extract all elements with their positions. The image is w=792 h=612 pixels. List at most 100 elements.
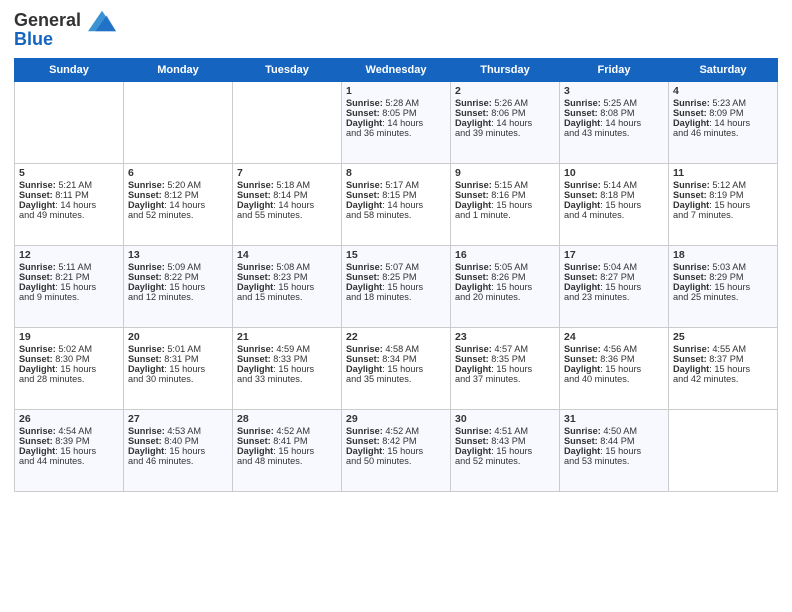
day-info-line: Sunrise: 5:07 AM xyxy=(346,262,446,272)
col-header-monday: Monday xyxy=(124,59,233,82)
day-info-line: Daylight: 15 hours xyxy=(673,282,773,292)
day-info-line: Daylight: 15 hours xyxy=(346,282,446,292)
day-info-line: and 35 minutes. xyxy=(346,374,446,384)
day-info-line: Sunrise: 4:58 AM xyxy=(346,344,446,354)
day-number: 18 xyxy=(673,249,773,261)
day-number: 9 xyxy=(455,167,555,179)
day-number: 12 xyxy=(19,249,119,261)
calendar-cell: 29Sunrise: 4:52 AMSunset: 8:42 PMDayligh… xyxy=(342,410,451,492)
day-info-line: Daylight: 15 hours xyxy=(564,446,664,456)
day-info-line: Sunrise: 5:12 AM xyxy=(673,180,773,190)
calendar-cell: 2Sunrise: 5:26 AMSunset: 8:06 PMDaylight… xyxy=(451,82,560,164)
day-info-line: Sunrise: 4:57 AM xyxy=(455,344,555,354)
calendar-cell: 14Sunrise: 5:08 AMSunset: 8:23 PMDayligh… xyxy=(233,246,342,328)
page-header: General Blue xyxy=(14,10,778,50)
day-info-line: Sunset: 8:25 PM xyxy=(346,272,446,282)
day-info-line: Sunrise: 5:01 AM xyxy=(128,344,228,354)
day-info-line: Sunrise: 5:15 AM xyxy=(455,180,555,190)
day-info-line: Daylight: 14 hours xyxy=(346,200,446,210)
day-info-line: Sunset: 8:30 PM xyxy=(19,354,119,364)
calendar-cell: 5Sunrise: 5:21 AMSunset: 8:11 PMDaylight… xyxy=(15,164,124,246)
day-info-line: Sunrise: 4:53 AM xyxy=(128,426,228,436)
day-info-line: Daylight: 15 hours xyxy=(19,446,119,456)
day-number: 30 xyxy=(455,413,555,425)
col-header-friday: Friday xyxy=(560,59,669,82)
day-info-line: Sunset: 8:22 PM xyxy=(128,272,228,282)
day-info-line: Sunrise: 5:08 AM xyxy=(237,262,337,272)
day-info-line: Sunset: 8:44 PM xyxy=(564,436,664,446)
day-info-line: Daylight: 15 hours xyxy=(19,282,119,292)
day-info-line: Daylight: 15 hours xyxy=(673,364,773,374)
day-info-line: Daylight: 15 hours xyxy=(128,282,228,292)
day-info-line: Sunset: 8:18 PM xyxy=(564,190,664,200)
day-number: 31 xyxy=(564,413,664,425)
calendar-cell: 17Sunrise: 5:04 AMSunset: 8:27 PMDayligh… xyxy=(560,246,669,328)
day-info-line: Daylight: 15 hours xyxy=(455,200,555,210)
day-info-line: and 36 minutes. xyxy=(346,128,446,138)
calendar-cell: 10Sunrise: 5:14 AMSunset: 8:18 PMDayligh… xyxy=(560,164,669,246)
day-number: 11 xyxy=(673,167,773,179)
calendar-cell: 25Sunrise: 4:55 AMSunset: 8:37 PMDayligh… xyxy=(669,328,778,410)
day-number: 19 xyxy=(19,331,119,343)
day-info-line: and 42 minutes. xyxy=(673,374,773,384)
day-info-line: Sunrise: 4:51 AM xyxy=(455,426,555,436)
day-info-line: Sunset: 8:11 PM xyxy=(19,190,119,200)
day-info-line: Daylight: 15 hours xyxy=(237,446,337,456)
day-info-line: Daylight: 15 hours xyxy=(346,364,446,374)
calendar-cell: 30Sunrise: 4:51 AMSunset: 8:43 PMDayligh… xyxy=(451,410,560,492)
day-info-line: Sunset: 8:31 PM xyxy=(128,354,228,364)
day-info-line: Daylight: 15 hours xyxy=(128,446,228,456)
col-header-thursday: Thursday xyxy=(451,59,560,82)
day-info-line: Sunrise: 5:20 AM xyxy=(128,180,228,190)
day-info-line: Daylight: 15 hours xyxy=(564,364,664,374)
calendar-table: SundayMondayTuesdayWednesdayThursdayFrid… xyxy=(14,58,778,492)
day-info-line: Sunrise: 5:03 AM xyxy=(673,262,773,272)
day-info-line: and 23 minutes. xyxy=(564,292,664,302)
day-info-line: and 20 minutes. xyxy=(455,292,555,302)
day-info-line: Sunset: 8:19 PM xyxy=(673,190,773,200)
day-number: 21 xyxy=(237,331,337,343)
day-info-line: and 43 minutes. xyxy=(564,128,664,138)
day-info-line: Sunset: 8:05 PM xyxy=(346,108,446,118)
day-info-line: Sunrise: 5:17 AM xyxy=(346,180,446,190)
calendar-cell: 15Sunrise: 5:07 AMSunset: 8:25 PMDayligh… xyxy=(342,246,451,328)
calendar-cell: 21Sunrise: 4:59 AMSunset: 8:33 PMDayligh… xyxy=(233,328,342,410)
day-info-line: Sunset: 8:35 PM xyxy=(455,354,555,364)
day-number: 5 xyxy=(19,167,119,179)
day-number: 2 xyxy=(455,85,555,97)
day-info-line: Daylight: 15 hours xyxy=(455,446,555,456)
day-number: 24 xyxy=(564,331,664,343)
day-info-line: and 30 minutes. xyxy=(128,374,228,384)
day-info-line: Sunrise: 4:52 AM xyxy=(237,426,337,436)
day-number: 4 xyxy=(673,85,773,97)
day-info-line: Sunset: 8:21 PM xyxy=(19,272,119,282)
day-info-line: Daylight: 14 hours xyxy=(564,118,664,128)
day-info-line: and 25 minutes. xyxy=(673,292,773,302)
day-info-line: Sunrise: 5:02 AM xyxy=(19,344,119,354)
day-number: 14 xyxy=(237,249,337,261)
day-info-line: and 18 minutes. xyxy=(346,292,446,302)
calendar-cell: 4Sunrise: 5:23 AMSunset: 8:09 PMDaylight… xyxy=(669,82,778,164)
day-info-line: Sunrise: 4:59 AM xyxy=(237,344,337,354)
day-info-line: Sunrise: 4:56 AM xyxy=(564,344,664,354)
day-number: 29 xyxy=(346,413,446,425)
day-info-line: Daylight: 14 hours xyxy=(19,200,119,210)
day-info-line: Sunrise: 5:11 AM xyxy=(19,262,119,272)
day-info-line: Sunrise: 4:52 AM xyxy=(346,426,446,436)
day-info-line: and 40 minutes. xyxy=(564,374,664,384)
day-info-line: Sunrise: 5:28 AM xyxy=(346,98,446,108)
calendar-cell: 20Sunrise: 5:01 AMSunset: 8:31 PMDayligh… xyxy=(124,328,233,410)
day-number: 7 xyxy=(237,167,337,179)
day-info-line: Sunrise: 5:14 AM xyxy=(564,180,664,190)
day-info-line: Sunset: 8:09 PM xyxy=(673,108,773,118)
calendar-cell: 27Sunrise: 4:53 AMSunset: 8:40 PMDayligh… xyxy=(124,410,233,492)
calendar-cell: 6Sunrise: 5:20 AMSunset: 8:12 PMDaylight… xyxy=(124,164,233,246)
day-info-line: and 1 minute. xyxy=(455,210,555,220)
day-info-line: and 4 minutes. xyxy=(564,210,664,220)
calendar-cell: 12Sunrise: 5:11 AMSunset: 8:21 PMDayligh… xyxy=(15,246,124,328)
day-number: 16 xyxy=(455,249,555,261)
day-info-line: and 7 minutes. xyxy=(673,210,773,220)
day-info-line: Sunset: 8:06 PM xyxy=(455,108,555,118)
day-info-line: Sunset: 8:29 PM xyxy=(673,272,773,282)
day-info-line: Daylight: 15 hours xyxy=(128,364,228,374)
